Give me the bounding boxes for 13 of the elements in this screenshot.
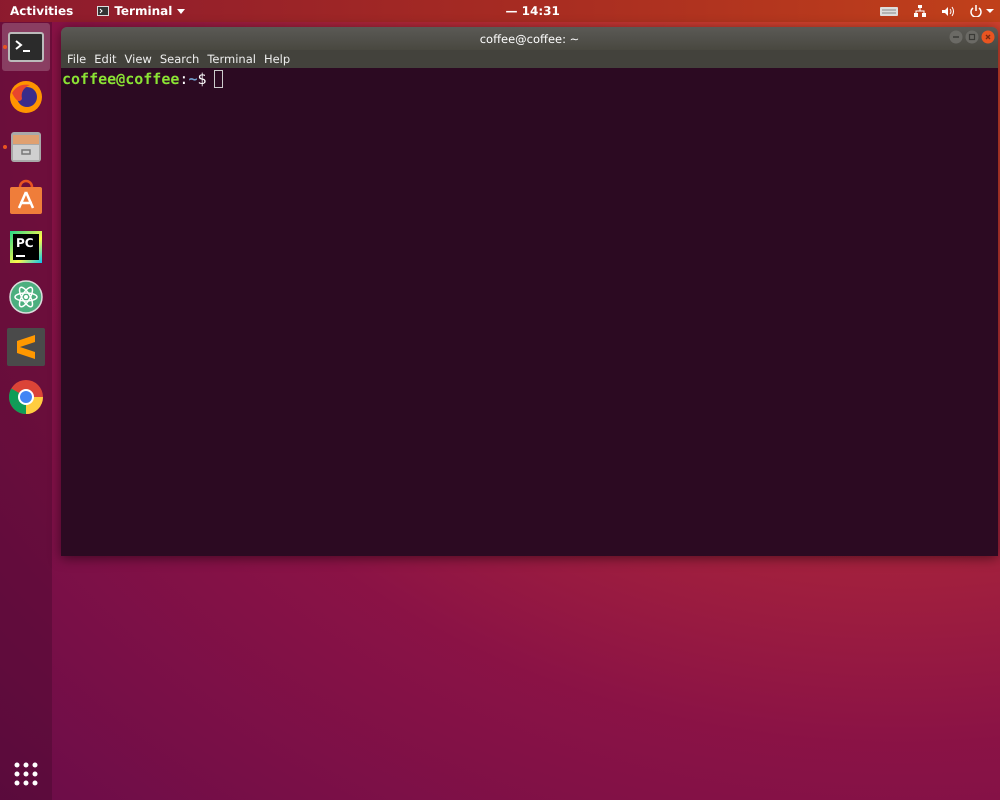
menu-item[interactable]: Search <box>156 52 204 66</box>
menu-item[interactable]: Help <box>260 52 294 66</box>
menu-item[interactable]: Terminal <box>203 52 260 66</box>
menu-item[interactable]: File <box>63 52 90 66</box>
pycharm-icon[interactable]: PC <box>10 231 42 263</box>
menu-item[interactable]: Edit <box>90 52 121 66</box>
menu-item[interactable]: View <box>120 52 156 66</box>
dock-item[interactable]: PC <box>2 223 50 271</box>
window-title: coffee@coffee: ~ <box>480 32 580 46</box>
app-menu[interactable]: Terminal <box>97 4 186 18</box>
clock[interactable]: — 14:31 <box>505 4 560 18</box>
activities-button[interactable]: Activities <box>10 4 74 18</box>
shell-prompt: coffee@coffee:~$ <box>62 69 206 89</box>
